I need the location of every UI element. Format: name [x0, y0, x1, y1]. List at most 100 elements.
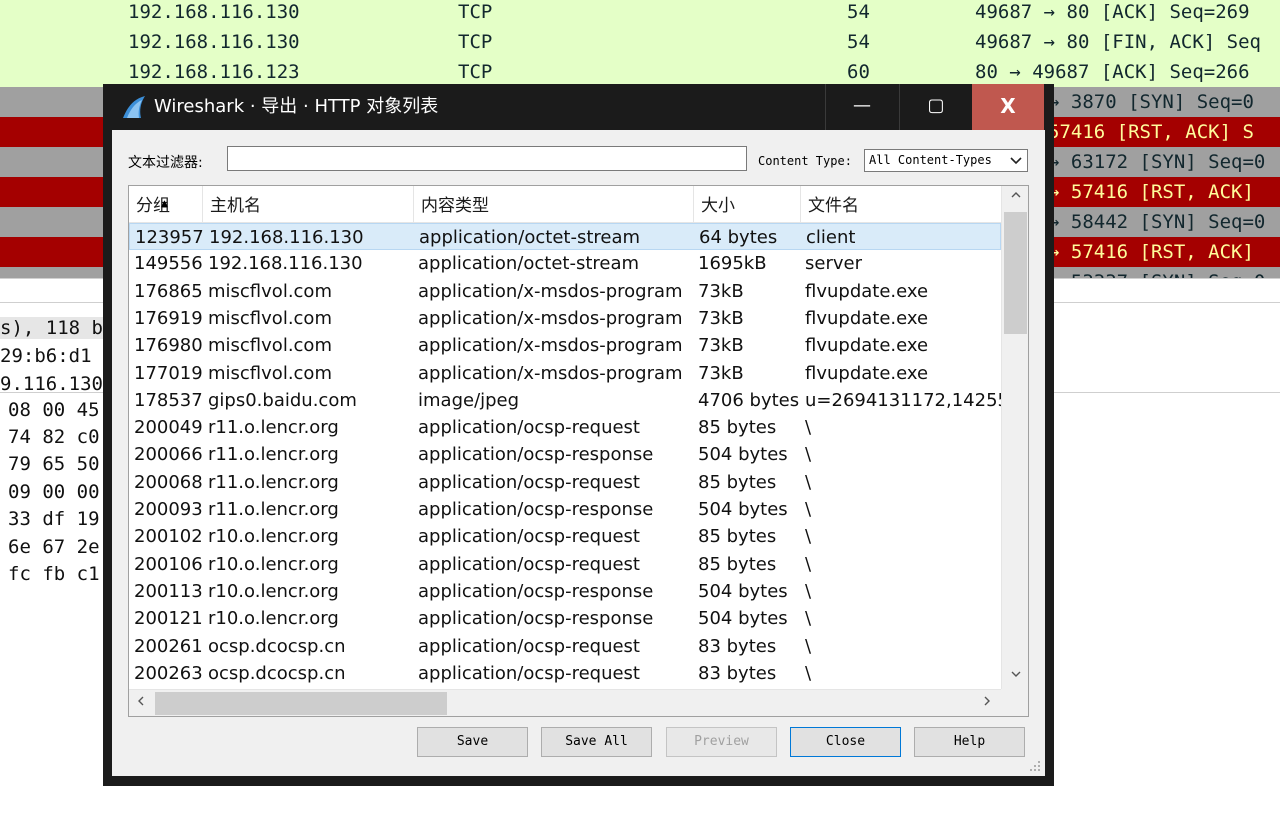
cell-size: 64 bytes — [699, 227, 778, 248]
dialog-body: 文本过滤器: Content Type: All Content-Types ▲… — [112, 130, 1045, 776]
scrollbar-corner — [1001, 689, 1028, 716]
packet-protocol: TCP — [458, 1, 493, 23]
table-row[interactable]: 200113 r10.o.lencr.org application/ocsp-re… — [129, 578, 1001, 605]
packet-info: 49687 → 80 [ACK] Seq=269 — [975, 1, 1250, 23]
save-button[interactable]: Save — [417, 727, 528, 757]
packet-length: 54 — [847, 1, 870, 23]
list-body: 123957 192.168.116.130 application/octet-s… — [129, 223, 1001, 689]
table-row[interactable]: 176865 miscflvol.com application/x-msdos-p… — [129, 278, 1001, 305]
packet-info: → 57416 [RST, ACK] — [1048, 241, 1254, 263]
column-header-hostname[interactable]: 主机名 — [203, 186, 414, 222]
packet-row[interactable]: 192.168.116.123 TCP 60 80 → 49687 [ACK] Seq… — [0, 57, 1280, 87]
cell-hostname: r10.o.lencr.org — [208, 608, 339, 630]
cell-packet-number: 200066 — [134, 444, 203, 466]
cell-size: 73kB — [698, 280, 744, 302]
cell-hostname: miscflvol.com — [208, 362, 332, 384]
packet-row[interactable]: 192.168.116.130 TCP 54 49687 → 80 [ACK] Seq… — [0, 0, 1280, 27]
table-row[interactable]: 200263 ocsp.dcocsp.cn application/ocsp-req… — [129, 660, 1001, 687]
cell-size: 504 bytes — [698, 444, 788, 466]
horizontal-scroll-thumb[interactable] — [155, 692, 447, 715]
close-button[interactable]: Close — [790, 727, 901, 757]
cell-hostname: gips0.baidu.com — [208, 389, 357, 411]
help-button[interactable]: Help — [914, 727, 1025, 757]
cell-hostname: r11.o.lencr.org — [208, 417, 339, 439]
minimize-button[interactable]: — — [826, 84, 898, 130]
horizontal-scrollbar[interactable] — [129, 689, 1001, 716]
cell-filename: flvupdate.exe — [805, 280, 929, 302]
table-row[interactable]: 200093 r11.o.lencr.org application/ocsp-re… — [129, 496, 1001, 523]
column-header-filename[interactable]: 文件名 — [801, 186, 1001, 222]
packet-source: 192.168.116.130 — [128, 1, 300, 23]
column-header-label: 内容类型 — [421, 196, 489, 216]
detail-line[interactable]: 9.116.130 — [0, 373, 103, 391]
table-row[interactable]: 200102 r10.o.lencr.org application/ocsp-re… — [129, 523, 1001, 550]
cell-filename: \ — [805, 444, 812, 466]
save-all-button[interactable]: Save All — [541, 727, 652, 757]
cell-content-type: application/ocsp-response — [418, 580, 654, 602]
cell-filename: flvupdate.exe — [805, 307, 929, 329]
cell-content-type: application/x-msdos-program — [418, 280, 683, 302]
column-header-label: 主机名 — [210, 196, 261, 216]
content-type-label: Content Type: — [758, 154, 852, 168]
cell-packet-number: 178537 — [134, 389, 203, 411]
cell-packet-number: 200068 — [134, 471, 203, 493]
cell-content-type: application/octet-stream — [418, 253, 640, 275]
packet-source: 192.168.116.123 — [128, 61, 300, 83]
dialog-title: Wireshark · 导出 · HTTP 对象列表 — [154, 96, 439, 117]
cell-content-type: application/x-msdos-program — [418, 307, 683, 329]
cell-size: 504 bytes — [698, 580, 788, 602]
hex-line: 6e 67 2e — [8, 536, 100, 558]
table-row[interactable]: 123957 192.168.116.130 application/octet-s… — [129, 223, 1001, 250]
cell-filename: u=2694131172,14255 — [805, 389, 1001, 411]
vertical-scroll-thumb[interactable] — [1004, 212, 1027, 334]
cell-filename: \ — [805, 635, 812, 657]
cell-hostname: r10.o.lencr.org — [208, 526, 339, 548]
resize-grip-icon[interactable] — [1029, 760, 1041, 775]
scroll-up-arrow[interactable] — [1002, 186, 1028, 210]
table-row[interactable]: 200068 r11.o.lencr.org application/ocsp-re… — [129, 469, 1001, 496]
table-row[interactable]: 200121 r10.o.lencr.org application/ocsp-re… — [129, 605, 1001, 632]
content-type-select[interactable]: All Content-Types — [864, 149, 1028, 172]
cell-content-type: application/ocsp-request — [418, 526, 640, 548]
content-type-value: All Content-Types — [869, 153, 992, 167]
table-row[interactable]: 176980 miscflvol.com application/x-msdos-p… — [129, 332, 1001, 359]
detail-line[interactable]: 29:b6:d1 — [0, 345, 92, 367]
scroll-right-arrow[interactable] — [975, 690, 999, 716]
cell-hostname: ocsp.dcocsp.cn — [208, 662, 346, 684]
cell-hostname: r10.o.lencr.org — [208, 580, 339, 602]
scroll-down-arrow[interactable] — [1002, 665, 1028, 689]
table-row[interactable]: 149556 192.168.116.130 application/octet-s… — [129, 250, 1001, 277]
table-row[interactable]: 200066 r11.o.lencr.org application/ocsp-re… — [129, 441, 1001, 468]
column-header-content-type[interactable]: 内容类型 — [414, 186, 694, 222]
cell-content-type: application/ocsp-response — [418, 608, 654, 630]
table-row[interactable]: 176919 miscflvol.com application/x-msdos-p… — [129, 305, 1001, 332]
table-row[interactable]: 200261 ocsp.dcocsp.cn application/ocsp-req… — [129, 633, 1001, 660]
cell-size: 504 bytes — [698, 608, 788, 630]
table-row[interactable]: 200106 r10.o.lencr.org application/ocsp-re… — [129, 551, 1001, 578]
cell-filename: \ — [805, 471, 812, 493]
packet-row[interactable]: 192.168.116.130 TCP 54 49687 → 80 [FIN, ACK… — [0, 27, 1280, 57]
cell-size: 85 bytes — [698, 553, 777, 575]
cell-filename: \ — [805, 417, 812, 439]
cell-filename: \ — [805, 499, 812, 520]
dialog-titlebar[interactable]: Wireshark · 导出 · HTTP 对象列表 — ▢ X — [103, 84, 1054, 130]
maximize-button[interactable]: ▢ — [900, 84, 972, 130]
vertical-scrollbar[interactable] — [1001, 186, 1028, 689]
cell-hostname: miscflvol.com — [208, 280, 332, 302]
table-row[interactable]: 178537 gips0.baidu.com image/jpeg 4706 byte… — [129, 387, 1001, 414]
column-header-size[interactable]: 大小 — [694, 186, 801, 222]
packet-info: 80 → 49687 [ACK] Seq=266 — [975, 61, 1250, 83]
preview-button[interactable]: Preview — [666, 727, 777, 757]
table-row[interactable]: 177019 miscflvol.com application/x-msdos-p… — [129, 360, 1001, 387]
table-row[interactable]: 200049 r11.o.lencr.org application/ocsp-re… — [129, 414, 1001, 441]
column-header-packet[interactable]: ▲ 分组 — [129, 186, 203, 222]
hex-line: 08 00 45 — [8, 399, 100, 421]
text-filter-input[interactable] — [227, 146, 747, 171]
detail-line[interactable]: s), 118 b — [0, 317, 103, 339]
close-window-button[interactable]: X — [972, 84, 1044, 130]
cell-content-type: application/ocsp-response — [418, 444, 654, 466]
list-header: ▲ 分组 主机名 内容类型 大小 文件名 — [129, 186, 1001, 223]
cell-content-type: application/ocsp-response — [418, 499, 654, 520]
scroll-left-arrow[interactable] — [129, 690, 153, 716]
cell-filename: \ — [805, 580, 812, 602]
